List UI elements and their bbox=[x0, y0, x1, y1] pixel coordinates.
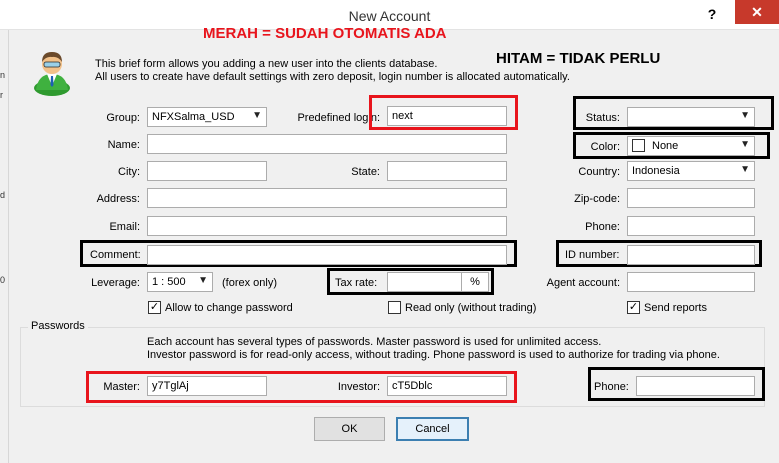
leverage-note: (forex only) bbox=[222, 277, 278, 289]
strip-text: n bbox=[0, 70, 6, 80]
zip-input[interactable] bbox=[627, 188, 755, 208]
investor-password-label: Investor: bbox=[337, 381, 380, 393]
color-label: Color: bbox=[590, 141, 620, 153]
state-input[interactable] bbox=[387, 161, 507, 181]
group-value: NFXSalma_USD bbox=[152, 111, 235, 123]
country-value: Indonesia bbox=[632, 165, 680, 177]
read-only-label: Read only (without trading) bbox=[405, 302, 537, 314]
color-swatch bbox=[632, 139, 645, 152]
name-input[interactable] bbox=[147, 134, 507, 154]
color-select[interactable]: None ▼ bbox=[627, 136, 755, 156]
chevron-down-icon: ▼ bbox=[252, 110, 262, 121]
comment-label: Comment: bbox=[90, 249, 141, 261]
passwords-info-2: Investor password is for read-only acces… bbox=[147, 349, 720, 361]
tax-rate-input[interactable] bbox=[387, 272, 462, 292]
phone-input[interactable] bbox=[627, 216, 755, 236]
close-button[interactable]: ✕ bbox=[735, 0, 779, 24]
passwords-info-1: Each account has several types of passwo… bbox=[147, 336, 602, 348]
email-label: Email: bbox=[109, 221, 140, 233]
country-select[interactable]: Indonesia ▼ bbox=[627, 161, 755, 181]
agent-account-input[interactable] bbox=[627, 272, 755, 292]
group-select[interactable]: NFXSalma_USD ▼ bbox=[147, 107, 267, 127]
predefined-login-label: Predefined login: bbox=[297, 112, 380, 124]
passwords-group-label: Passwords bbox=[28, 320, 88, 332]
leverage-label: Leverage: bbox=[91, 277, 140, 289]
phone-label: Phone: bbox=[585, 221, 620, 233]
send-reports-label: Send reports bbox=[644, 302, 707, 314]
user-avatar-icon bbox=[34, 52, 70, 96]
phone-password-input[interactable] bbox=[636, 376, 755, 396]
intro-line-1: This brief form allows you adding a new … bbox=[95, 58, 438, 70]
strip-text: d bbox=[0, 190, 6, 200]
intro-line-2: All users to create have default setting… bbox=[95, 71, 570, 83]
agent-account-label: Agent account: bbox=[546, 277, 620, 289]
country-label: Country: bbox=[578, 166, 620, 178]
status-label: Status: bbox=[585, 112, 620, 124]
predefined-login-input[interactable]: next bbox=[387, 106, 507, 126]
read-only-checkbox[interactable] bbox=[388, 301, 401, 314]
tax-rate-label: Tax rate: bbox=[335, 277, 378, 289]
name-label: Name: bbox=[107, 139, 140, 151]
red-annotation: MERAH = SUDAH OTOMATIS ADA bbox=[203, 25, 447, 42]
chevron-down-icon: ▼ bbox=[198, 275, 208, 286]
email-input[interactable] bbox=[147, 216, 507, 236]
phone-password-label: Phone: bbox=[594, 381, 629, 393]
ok-button[interactable]: OK bbox=[314, 417, 385, 441]
comment-input[interactable] bbox=[147, 245, 507, 265]
city-label: City: bbox=[118, 166, 140, 178]
address-label: Address: bbox=[96, 193, 140, 205]
background-window-strip: n r d 0 bbox=[0, 30, 9, 463]
leverage-value: 1 : 500 bbox=[152, 276, 186, 288]
allow-change-password-checkbox[interactable]: ✓ bbox=[148, 301, 161, 314]
group-label: Group: bbox=[106, 112, 140, 124]
tax-rate-percent: % bbox=[461, 272, 489, 292]
master-password-label: Master: bbox=[103, 381, 140, 393]
zip-label: Zip-code: bbox=[574, 193, 620, 205]
help-button[interactable]: ? bbox=[695, 4, 729, 26]
send-reports-checkbox[interactable]: ✓ bbox=[627, 301, 640, 314]
window-title: New Account bbox=[348, 8, 431, 24]
chevron-down-icon: ▼ bbox=[740, 164, 750, 175]
leverage-select[interactable]: 1 : 500 ▼ bbox=[147, 272, 213, 292]
strip-text: r bbox=[0, 90, 3, 100]
status-select[interactable]: ▼ bbox=[627, 107, 755, 127]
cancel-button[interactable]: Cancel bbox=[396, 417, 469, 441]
state-label: State: bbox=[351, 166, 380, 178]
color-value: None bbox=[652, 140, 679, 152]
master-password-input[interactable]: y7TglAj bbox=[147, 376, 267, 396]
allow-change-password-label: Allow to change password bbox=[165, 302, 293, 314]
chevron-down-icon: ▼ bbox=[740, 110, 750, 121]
id-number-label: ID number: bbox=[565, 249, 620, 261]
chevron-down-icon: ▼ bbox=[740, 139, 750, 150]
id-number-input[interactable] bbox=[627, 245, 755, 265]
address-input[interactable] bbox=[147, 188, 507, 208]
strip-text: 0 bbox=[0, 275, 6, 285]
investor-password-input[interactable]: cT5Dblc bbox=[387, 376, 507, 396]
city-input[interactable] bbox=[147, 161, 267, 181]
black-annotation: HITAM = TIDAK PERLU bbox=[496, 50, 661, 67]
